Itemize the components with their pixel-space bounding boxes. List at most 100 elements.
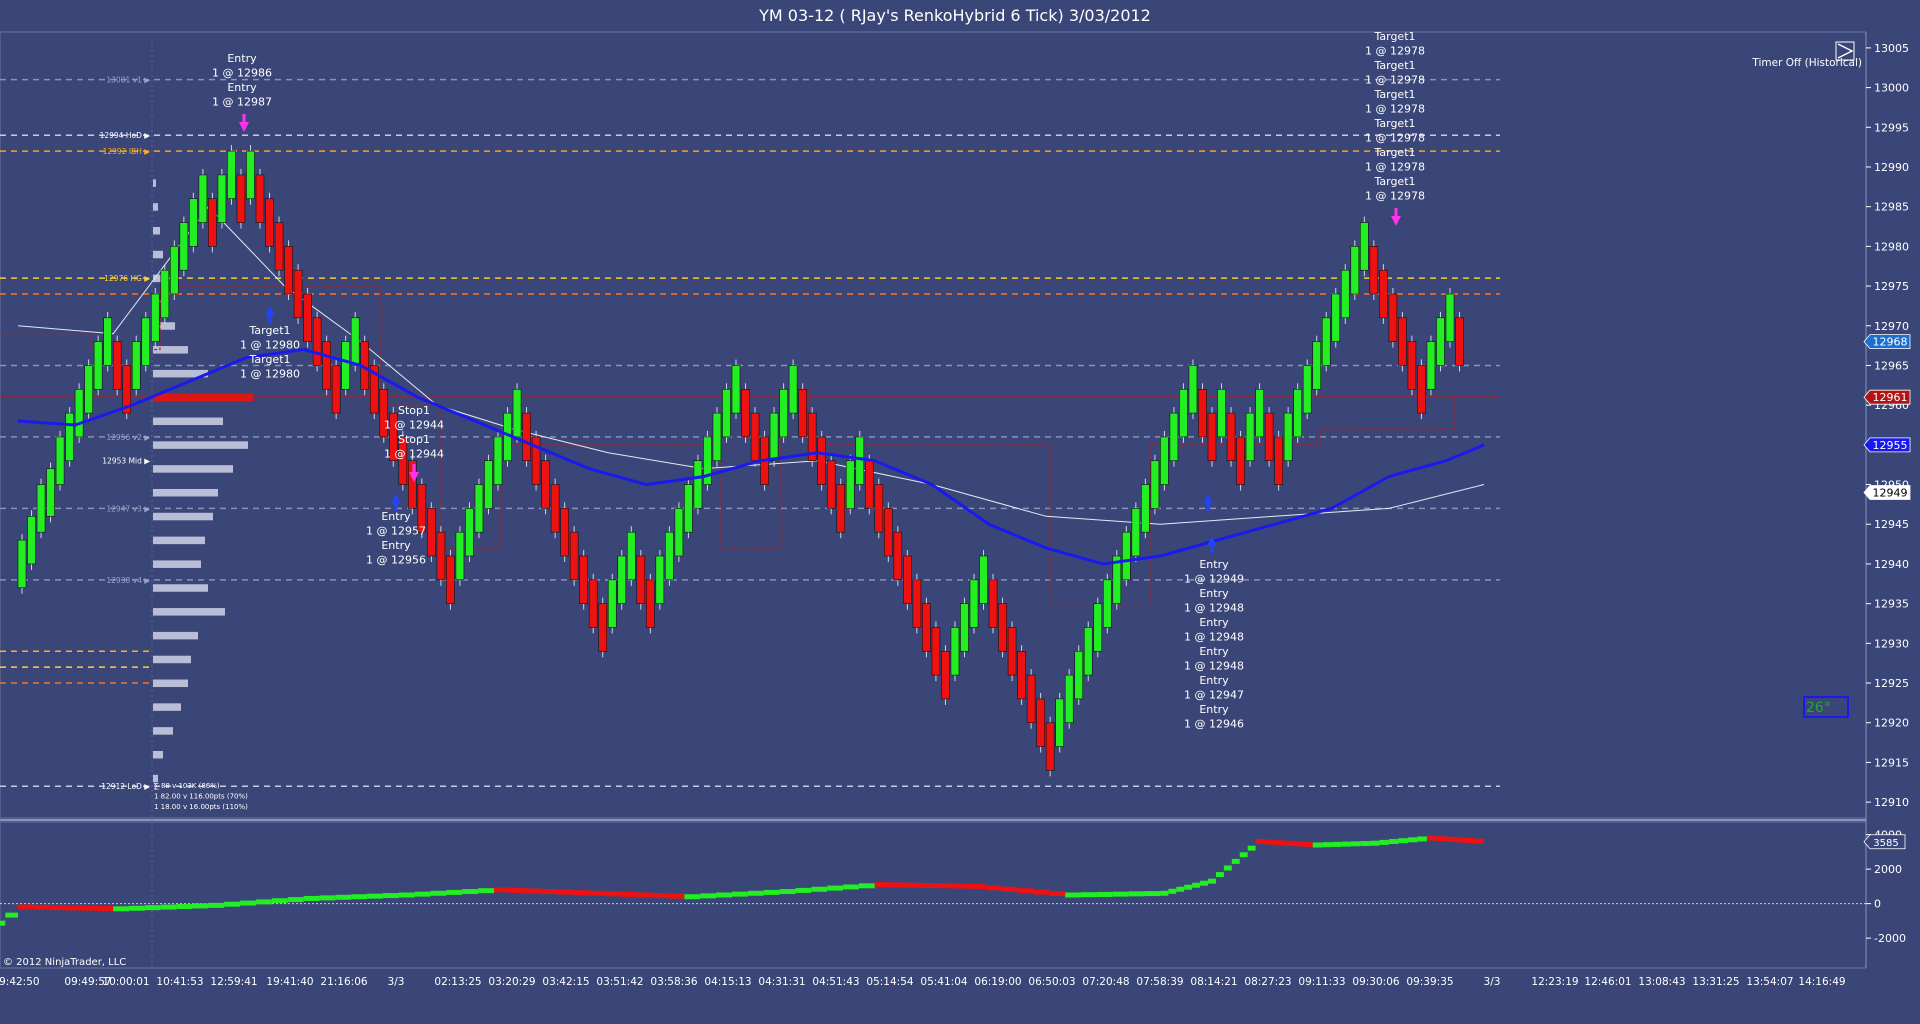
up-brick [1131,508,1141,557]
down-brick [427,508,436,557]
volume-profile-bar [153,560,201,568]
up-brick [655,555,665,604]
down-brick [522,412,531,462]
time-tick-label: 10:00:01 [102,976,149,988]
down-brick [884,508,893,557]
up-brick [665,531,674,581]
up-brick [979,555,988,604]
up-brick [779,388,788,438]
volume-profile-bar [153,703,181,711]
indicator-segment [1017,888,1034,894]
price-tick-label: 12915 [1874,756,1909,769]
profile-stat: ∑ 88 v 103K (86%) [154,782,220,790]
time-tick-label: 08:27:23 [1244,976,1291,988]
time-tick-label: 08:14:21 [1190,976,1237,988]
indicator-segment [1407,837,1418,843]
indicator-segment [668,893,685,899]
up-brick [1150,460,1160,509]
up-brick [1064,674,1074,724]
up-brick [341,341,350,390]
indicator-segment [192,903,209,909]
indicator-segment [509,887,526,893]
indicator-segment [1176,886,1185,892]
volume-profile-bar [153,655,191,664]
up-brick [1179,388,1188,438]
up-brick [693,460,703,509]
time-tick-label: 07:58:39 [1136,976,1183,988]
up-brick [722,388,731,438]
indicator-segment [1081,892,1097,898]
up-brick [1350,246,1360,295]
down-brick [274,222,284,271]
level-label: 12956 v2 ▶ [106,433,150,442]
time-tick-label: 05:14:54 [866,976,913,988]
indicator-segment [1192,882,1201,888]
time-tick-label: 06:19:00 [974,976,1021,988]
volume-profile-bar [153,250,163,259]
renko-chart[interactable]: 13001 v1 ▶ 12994 HoD ▶ 12992 IBH ▶ 12976 HG… [0,0,1920,1024]
volume-profile-bar [153,203,158,211]
down-brick [1417,365,1426,414]
indicator-segment [684,894,701,900]
indicator-segment [414,891,431,897]
down-brick [255,174,265,223]
indicator-segment [271,898,288,904]
indicator-segment [954,883,970,889]
down-brick [550,484,560,533]
indicator-segment [176,904,193,909]
level-label: 12994 HoD ▶ [100,131,151,140]
time-tick-label: 09:42:50 [0,976,40,988]
indicator-segment [1446,836,1456,842]
down-brick [598,603,608,652]
down-brick [1236,436,1245,485]
down-brick [1007,627,1017,676]
indicator-segment [573,890,590,896]
indicator-segment [287,897,304,903]
volume-profile-bar [153,465,233,473]
up-brick [36,484,46,533]
trade-annotation-text: 1 @ 12980 [240,368,300,381]
indicator-segment [1312,842,1323,848]
indicator-segment [1160,890,1169,896]
down-brick [579,555,588,604]
indicator-segment [1284,840,1294,846]
trade-annotation-text: Target1 [1373,30,1415,43]
up-brick [1340,269,1350,319]
indicator-segment [811,886,828,892]
time-tick-label: 02:13:25 [434,976,481,988]
indicator-segment [65,905,82,911]
up-brick [1360,222,1369,271]
up-brick [150,293,160,342]
up-brick [617,555,627,604]
trade-annotation-text: 1 @ 12978 [1365,103,1425,116]
indicator-segment [1112,891,1129,897]
up-brick [1255,388,1264,438]
main-panel-frame [0,31,1867,819]
up-brick [1093,603,1103,652]
up-brick [131,341,141,390]
down-brick [836,484,846,533]
price-tick-label: 13000 [1874,82,1909,95]
down-brick [1264,412,1274,462]
indicator-segment [970,883,986,889]
indicator-segment [81,905,98,911]
up-brick [74,388,84,438]
up-brick [484,460,493,509]
time-tick-label: 03:51:42 [596,976,643,988]
trade-annotation-text: Target1 [1373,146,1415,159]
indicator-segment [1208,878,1216,884]
indicator-segment [1293,841,1304,847]
down-brick [446,555,455,604]
down-brick [541,460,550,509]
indicator-segment [1465,838,1475,844]
trade-arrow-stem [242,114,246,123]
price-badge-label: 12968 [1873,336,1908,349]
up-brick [217,174,227,223]
down-brick [922,603,931,652]
down-brick [112,341,122,390]
down-brick [208,198,217,247]
level-label: 13001 v1 ▶ [106,76,150,85]
price-tick-label: 12995 [1874,121,1909,134]
indicator-segment [874,882,891,888]
down-brick [636,555,646,604]
